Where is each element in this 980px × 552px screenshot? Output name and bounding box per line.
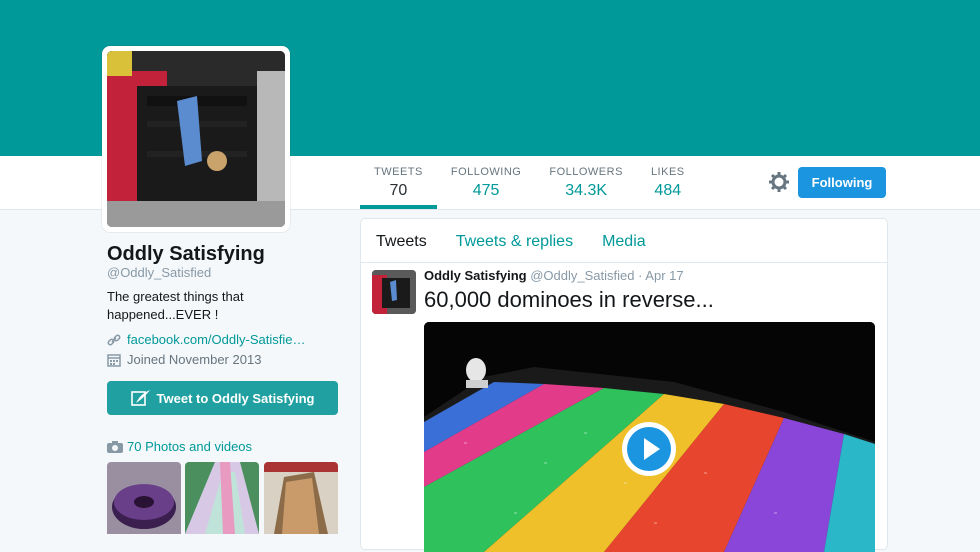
profile-bio: The greatest things that happened...EVER… xyxy=(107,289,244,322)
stat-label: FOLLOWERS xyxy=(549,166,623,178)
profile-stats: TWEETS 70 FOLLOWING 475 FOLLOWERS 34.3K … xyxy=(360,156,699,209)
stat-tweets[interactable]: TWEETS 70 xyxy=(360,156,437,209)
stat-following[interactable]: FOLLOWING 475 xyxy=(437,156,536,209)
stat-followers[interactable]: FOLLOWERS 34.3K xyxy=(535,156,637,209)
tweet-handle[interactable]: @Oddly_Satisfied xyxy=(530,268,634,283)
joined-date: Joined November 2013 xyxy=(127,352,262,367)
stat-label: LIKES xyxy=(650,166,685,178)
tweet-date[interactable]: · Apr 17 xyxy=(638,268,684,283)
profile-name[interactable]: Oddly Satisfying xyxy=(107,243,265,266)
calendar-icon xyxy=(107,353,121,367)
timeline: Tweets Tweets & replies Media Oddly Sati… xyxy=(360,218,888,552)
profile-link-text[interactable]: facebook.com/Oddly-Satisfie… xyxy=(127,332,305,347)
timeline-tabs: Tweets Tweets & replies Media xyxy=(361,219,887,263)
tweet-author[interactable]: Oddly Satisfying xyxy=(424,268,527,283)
stat-value: 484 xyxy=(654,182,682,199)
tweet-text: 60,000 dominoes in reverse... xyxy=(424,287,714,312)
profile-avatar[interactable] xyxy=(102,46,290,232)
stat-value: 34.3K xyxy=(565,182,608,199)
tweet-to-label: Tweet to Oddly Satisfying xyxy=(156,390,315,406)
profile-joined: Joined November 2013 xyxy=(107,352,261,367)
profile-handle[interactable]: @Oddly_Satisfied xyxy=(107,265,211,280)
media-thumbnail[interactable] xyxy=(264,462,338,534)
quill-icon xyxy=(130,390,150,406)
avatar-image xyxy=(107,51,285,227)
gear-icon[interactable] xyxy=(769,172,789,192)
stat-value: 475 xyxy=(472,182,500,199)
play-icon[interactable] xyxy=(622,422,676,476)
stat-likes[interactable]: LIKES 484 xyxy=(637,156,699,209)
tab-tweets-replies[interactable]: Tweets & replies xyxy=(441,219,587,262)
stat-value: 70 xyxy=(389,182,408,199)
tweet-to-button[interactable]: Tweet to Oddly Satisfying xyxy=(107,381,338,415)
tab-tweets[interactable]: Tweets xyxy=(361,219,441,262)
link-icon xyxy=(107,334,121,345)
stat-label: FOLLOWING xyxy=(450,166,522,178)
tweet-video[interactable] xyxy=(424,322,875,552)
camera-icon xyxy=(107,441,123,453)
tweet-avatar[interactable] xyxy=(372,270,416,314)
stat-label: TWEETS xyxy=(374,166,423,178)
profile-link[interactable]: facebook.com/Oddly-Satisfie… xyxy=(107,332,305,347)
media-thumbnail[interactable] xyxy=(107,462,181,534)
tweet-header: Oddly Satisfying @Oddly_Satisfied · Apr … xyxy=(424,268,684,283)
tab-media[interactable]: Media xyxy=(587,219,660,262)
photos-videos-link[interactable]: 70 Photos and videos xyxy=(107,439,252,454)
following-button[interactable]: Following xyxy=(798,167,886,198)
media-thumbnail[interactable] xyxy=(185,462,259,534)
photos-videos-label: 70 Photos and videos xyxy=(127,439,253,454)
